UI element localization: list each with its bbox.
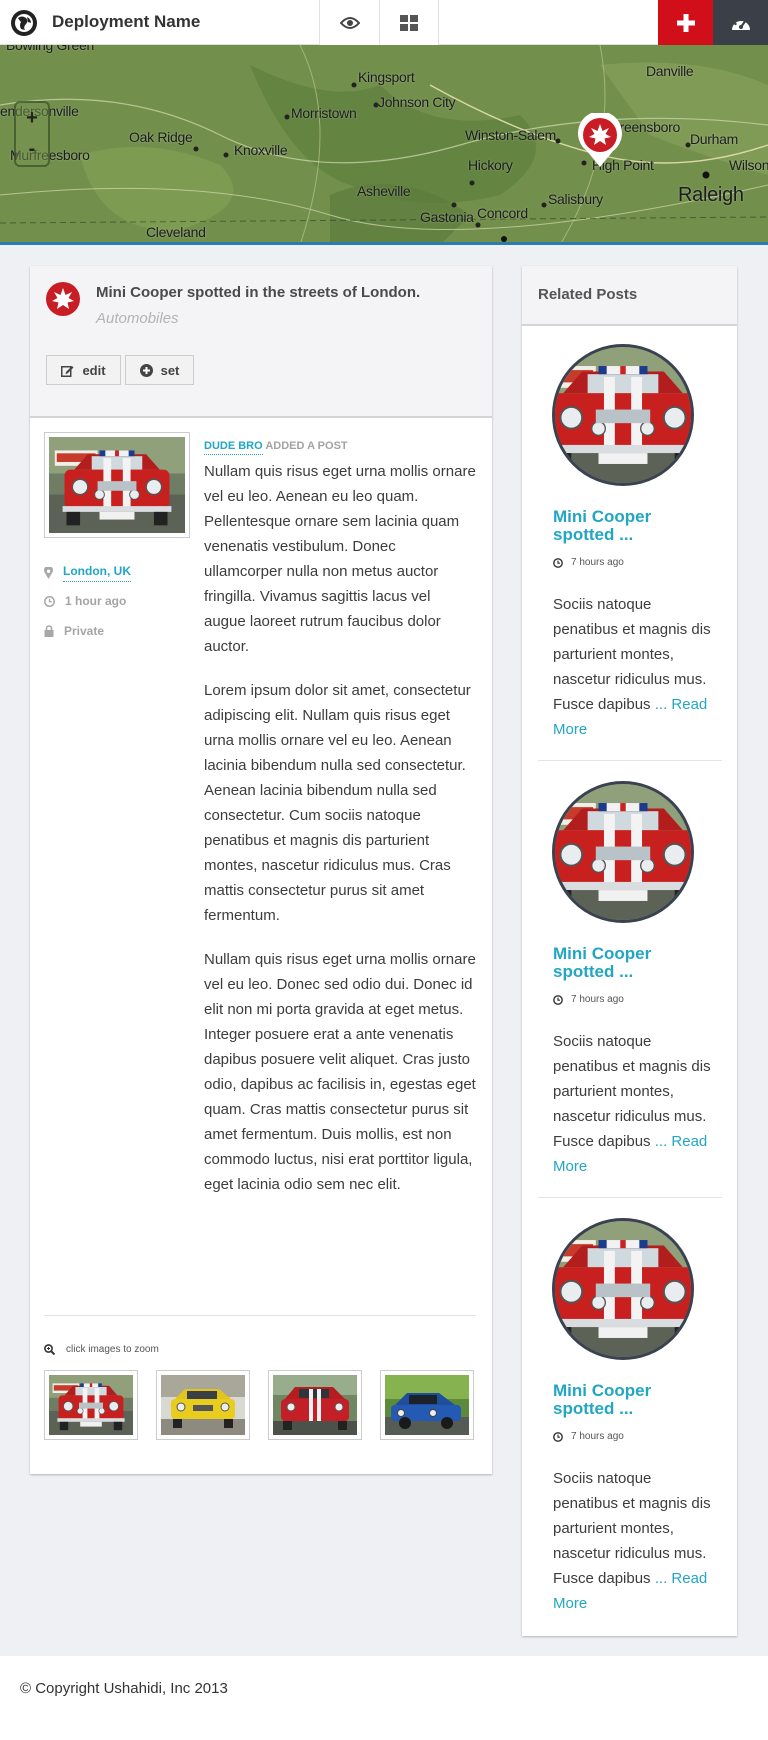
map-place-label: Hickory	[468, 157, 513, 173]
post-author-line: DUDE BRO ADDED A POST	[204, 440, 348, 455]
lock-icon	[44, 625, 54, 637]
post-paragraph: Nullam quis risus eget urna mollis ornar…	[204, 951, 476, 1193]
eye-icon	[339, 16, 360, 29]
visibility-text: Private	[64, 624, 105, 638]
post-detail-card: Mini Cooper spotted in the streets of Lo…	[30, 266, 492, 1474]
related-post-title[interactable]: Mini Cooper spotted ...	[553, 945, 703, 981]
plus-circle-icon	[139, 363, 153, 377]
map-place-label: Winston-Salem	[465, 127, 557, 143]
related-posts-header: Related Posts	[522, 266, 737, 326]
divider	[44, 1315, 476, 1316]
post-paragraph: Nullam quis risus eget urna mollis ornar…	[204, 463, 476, 655]
magnifier-icon	[44, 1344, 55, 1355]
gallery-thumbnail[interactable]	[156, 1370, 250, 1440]
globe-logo-icon[interactable]	[9, 9, 39, 37]
page-footer: © Copyright Ushahidi, Inc 2013	[0, 1656, 768, 1740]
map-marker-icon[interactable]	[577, 111, 623, 167]
map-place-label: Concord	[477, 205, 528, 221]
related-post-time: 7 hours ago	[553, 994, 624, 1005]
edit-icon	[61, 365, 74, 377]
zoom-hint-text: click images to zoom	[66, 1344, 159, 1355]
dashboard-button[interactable]	[713, 0, 768, 45]
workspace-grid-button[interactable]	[379, 0, 439, 45]
related-post-excerpt: Sociis natoque penatibus et magnis dis p…	[553, 1466, 718, 1616]
zoom-in-button[interactable]: +	[16, 103, 48, 134]
related-post-image[interactable]	[552, 344, 694, 486]
post-visibility: Private	[44, 624, 104, 638]
clock-icon	[553, 1431, 563, 1442]
post-time-text: 1 hour ago	[65, 594, 127, 608]
set-label: set	[160, 362, 180, 378]
grid-icon	[400, 14, 418, 31]
post-header: Mini Cooper spotted in the streets of Lo…	[30, 266, 492, 418]
deployment-title[interactable]: Deployment Name	[52, 12, 200, 32]
edit-label: edit	[82, 362, 106, 378]
post-title: Mini Cooper spotted in the streets of Lo…	[96, 284, 421, 301]
map-place-label: Durham	[690, 131, 738, 147]
author-action: ADDED A POST	[262, 440, 348, 452]
zoom-out-button[interactable]: -	[16, 134, 48, 165]
related-post-time: 7 hours ago	[553, 557, 624, 568]
related-post-image[interactable]	[552, 1218, 694, 1360]
map-place-label: Johnson City	[378, 94, 456, 110]
related-post-time-text: 7 hours ago	[571, 994, 624, 1005]
view-mode-button[interactable]	[319, 0, 379, 45]
map-place-label: Raleigh	[678, 184, 744, 206]
add-post-button[interactable]	[658, 0, 713, 45]
related-post-title[interactable]: Mini Cooper spotted ...	[553, 508, 703, 544]
map-place-label: Oak Ridge	[129, 129, 193, 145]
post-body: Nullam quis risus eget urna mollis ornar…	[204, 459, 476, 1216]
zoom-hint: click images to zoom	[44, 1344, 159, 1355]
related-post-excerpt: Sociis natoque penatibus et magnis dis p…	[553, 592, 718, 742]
gallery-thumbnail[interactable]	[380, 1370, 474, 1440]
related-posts-panel: Related Posts Mini Cooper spotted ... 7 …	[522, 266, 737, 1636]
map-place-label: Salisbury	[548, 191, 603, 207]
add-to-set-button[interactable]: set	[125, 355, 194, 385]
divider	[538, 1197, 722, 1198]
related-post-time: 7 hours ago	[553, 1431, 624, 1442]
map-place-label: Wilson	[729, 157, 768, 173]
map-place-label: Knoxville	[234, 142, 288, 158]
clock-icon	[553, 557, 563, 568]
location-link[interactable]: London, UK	[63, 564, 131, 582]
top-navigation-bar: Deployment Name	[0, 0, 768, 45]
post-paragraph: Lorem ipsum dolor sit amet, consectetur …	[204, 682, 471, 924]
map-place-label: Bowling Green	[6, 45, 94, 53]
related-posts-title: Related Posts	[538, 286, 638, 303]
post-time: 1 hour ago	[44, 594, 126, 608]
related-post-excerpt: Sociis natoque penatibus et magnis dis p…	[553, 1029, 718, 1179]
map-place-label: Gastonia	[420, 209, 474, 225]
divider	[538, 760, 722, 761]
related-post-title[interactable]: Mini Cooper spotted ...	[553, 1382, 703, 1418]
clock-icon	[553, 994, 563, 1005]
map-pin-icon	[44, 567, 53, 579]
post-location: London, UK	[44, 564, 131, 582]
edit-button[interactable]: edit	[46, 355, 121, 385]
clock-icon	[44, 595, 55, 607]
plus-icon	[676, 13, 695, 32]
map-zoom-control: + -	[14, 101, 50, 167]
related-post-time-text: 7 hours ago	[571, 557, 624, 568]
speedometer-icon	[731, 17, 750, 30]
post-main-image[interactable]	[44, 432, 190, 538]
related-post-time-text: 7 hours ago	[571, 1431, 624, 1442]
gallery-thumbnail[interactable]	[268, 1370, 362, 1440]
map-view[interactable]: Bowling Green endersonville Murfreesboro…	[0, 45, 768, 245]
related-post-image[interactable]	[552, 781, 694, 923]
category-burst-icon	[46, 282, 80, 316]
copyright-text: © Copyright Ushahidi, Inc 2013	[20, 1680, 228, 1697]
post-category[interactable]: Automobiles	[96, 310, 179, 327]
map-place-label: Kingsport	[358, 69, 415, 85]
map-place-label: Danville	[646, 63, 694, 79]
map-place-label: Morristown	[291, 105, 357, 121]
map-place-label: Asheville	[357, 183, 411, 199]
gallery-thumbnail[interactable]	[44, 1370, 138, 1440]
author-link[interactable]: DUDE BRO	[204, 440, 263, 455]
map-place-label: Cleveland	[146, 224, 206, 240]
